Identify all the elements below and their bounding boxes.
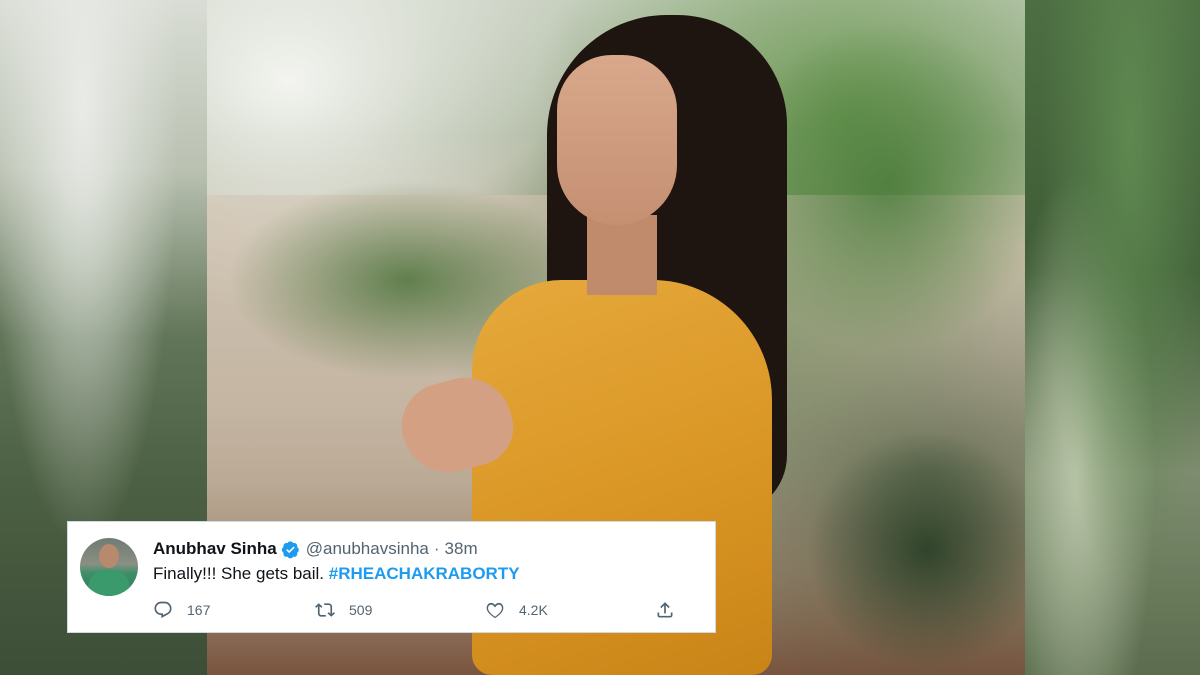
hashtag-link[interactable]: #RHEACHAKRABORTY xyxy=(329,564,520,583)
retweet-count: 509 xyxy=(349,602,373,618)
separator-dot: · xyxy=(433,539,440,558)
share-button[interactable] xyxy=(655,599,675,621)
person-neck xyxy=(587,215,657,295)
share-icon xyxy=(657,602,673,618)
reply-count: 167 xyxy=(187,602,211,618)
person-face xyxy=(557,55,677,225)
retweet-button[interactable]: 509 xyxy=(315,599,372,621)
blurred-background-right xyxy=(1025,0,1200,675)
reply-button[interactable]: 167 xyxy=(153,599,210,621)
like-button[interactable]: 4.2K xyxy=(485,599,548,621)
handle[interactable]: @anubhavsinha xyxy=(306,539,429,559)
display-name[interactable]: Anubhav Sinha xyxy=(153,539,277,559)
tweet-card[interactable]: Anubhav Sinha @anubhavsinha · 38m Finall… xyxy=(67,521,716,633)
like-count: 4.2K xyxy=(519,602,548,618)
tweet-header: Anubhav Sinha @anubhavsinha · 38m xyxy=(153,538,478,560)
reply-icon xyxy=(154,601,172,618)
tweet-body: Finally!!! She gets bail. xyxy=(153,564,325,583)
avatar[interactable] xyxy=(80,538,138,596)
tweet-text: Finally!!! She gets bail. #RHEACHAKRABOR… xyxy=(153,564,520,584)
verified-badge-icon xyxy=(281,540,300,559)
tweet-actions: 167 509 4.2K xyxy=(153,599,693,621)
heart-icon xyxy=(486,602,504,619)
retweet-icon xyxy=(315,603,335,617)
timestamp[interactable]: 38m xyxy=(445,539,478,559)
